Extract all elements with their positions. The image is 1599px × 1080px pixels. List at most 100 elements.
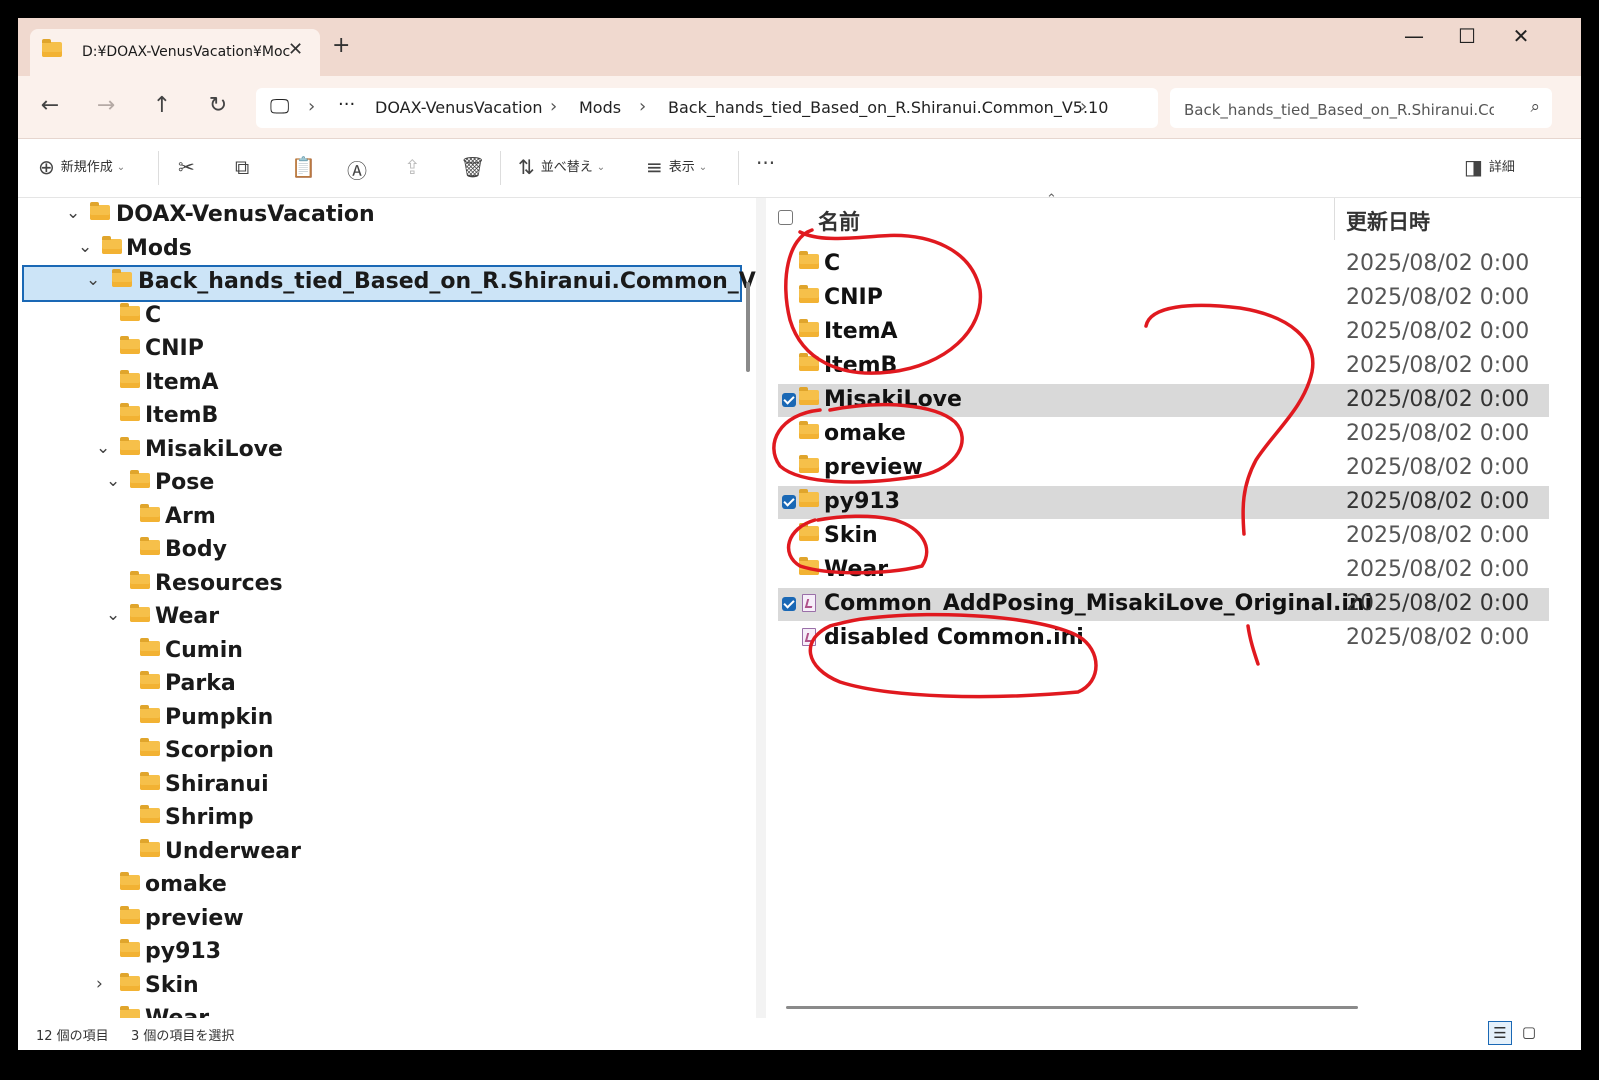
rename-icon[interactable]: Ⓐ — [347, 155, 367, 184]
breadcrumb-separator[interactable]: › — [308, 96, 315, 117]
file-row[interactable]: disabled Common.ini 2025/08/02 0:00 — [778, 622, 1549, 655]
refresh-button[interactable]: ↻ — [203, 93, 233, 118]
tree-item[interactable]: Underwear — [18, 837, 748, 870]
file-row[interactable]: Skin 2025/08/02 0:00 — [778, 520, 1549, 553]
navigation-pane-scrollbar[interactable] — [746, 282, 750, 372]
tree-item-label: Cumin — [165, 637, 243, 663]
delete-icon[interactable]: 🗑 — [460, 155, 485, 179]
chevron-down-icon[interactable]: ⌄ — [106, 471, 120, 491]
search-input[interactable]: Back_hands_tied_Based_on_R.Shiranui.Comm… — [1184, 99, 1494, 120]
cut-icon[interactable]: ✂ — [178, 155, 195, 179]
close-window-button[interactable]: ✕ — [1501, 24, 1541, 48]
tree-item[interactable]: Body — [18, 535, 748, 568]
new-tab-button[interactable]: + — [332, 33, 350, 58]
tree-item[interactable]: Pumpkin — [18, 703, 748, 736]
row-checkbox[interactable] — [782, 393, 796, 407]
tab-current-folder[interactable]: D:¥DOAX-VenusVacation¥Moc ✕ — [30, 29, 320, 76]
search-box[interactable]: Back_hands_tied_Based_on_R.Shiranui.Comm… — [1170, 88, 1552, 128]
up-button[interactable]: ↑ — [147, 93, 177, 118]
copy-icon[interactable]: ⧉ — [235, 155, 249, 179]
file-row[interactable]: preview 2025/08/02 0:00 — [778, 452, 1549, 485]
chevron-down-icon[interactable]: ⌄ — [78, 237, 92, 257]
tree-item[interactable]: Resources — [18, 569, 748, 602]
tree-item[interactable]: Shrimp — [18, 803, 748, 836]
breadcrumb-separator[interactable]: › — [550, 96, 557, 117]
file-row[interactable]: ItemA 2025/08/02 0:00 — [778, 316, 1549, 349]
breadcrumb-current-folder[interactable]: Back_hands_tied_Based_on_R.Shiranui.Comm… — [668, 98, 1108, 117]
row-checkbox[interactable] — [782, 495, 796, 509]
details-pane-button[interactable]: ◨ 詳細 — [1464, 155, 1515, 179]
file-date: 2025/08/02 0:00 — [1346, 489, 1530, 514]
tree-item[interactable]: Arm — [18, 502, 748, 535]
pane-splitter[interactable] — [756, 198, 766, 1018]
tree-item[interactable]: ItemB — [18, 401, 748, 434]
new-button[interactable]: ⊕ 新規作成 ⌄ — [38, 155, 125, 179]
tree-item[interactable]: Parka — [18, 669, 748, 702]
select-all-checkbox[interactable] — [778, 210, 793, 225]
file-row[interactable]: Wear 2025/08/02 0:00 — [778, 554, 1549, 587]
tiles-view-icon[interactable]: ▢ — [1518, 1021, 1540, 1043]
forward-button[interactable]: → — [91, 93, 121, 118]
tree-item[interactable]: ⌄ DOAX-VenusVacation — [18, 200, 748, 233]
tree-item[interactable]: ⌄ Back_hands_tied_Based_on_R.Shiranui.Com… — [22, 265, 756, 302]
view-button[interactable]: ≡ 表示 ⌄ — [646, 155, 707, 179]
tree-item[interactable]: ⌄ Pose — [18, 468, 748, 501]
tree-item[interactable]: ⌄ Mods — [18, 234, 748, 267]
breadcrumb-separator[interactable]: › — [1080, 96, 1087, 117]
file-date: 2025/08/02 0:00 — [1346, 285, 1530, 310]
navigation-pane[interactable]: ⌄ DOAX-VenusVacation ⌄ Mods ⌄ Back_hands_tied… — [18, 198, 756, 1018]
chevron-right-icon[interactable]: › — [96, 974, 103, 994]
sort-button[interactable]: ⇅ 並べ替え ⌄ — [518, 155, 605, 179]
tab-close-icon[interactable]: ✕ — [288, 39, 303, 60]
chevron-down-icon[interactable]: ⌄ — [66, 203, 80, 223]
tree-item[interactable]: omake — [18, 870, 748, 903]
tree-item[interactable]: preview — [18, 904, 748, 937]
file-name: ItemA — [824, 319, 898, 344]
file-list[interactable]: ⌃ 名前 更新日時 C 2025/08/02 0:00 CNIP 2025/08/02… — [766, 192, 1581, 1018]
tree-item[interactable]: ⌄ MisakiLove — [18, 435, 748, 468]
minimize-button[interactable]: — — [1394, 24, 1434, 48]
tree-item[interactable]: Wear — [18, 1004, 748, 1018]
file-row[interactable]: Common_AddPosing_MisakiLove_Original.ini… — [778, 588, 1549, 621]
back-button[interactable]: ← — [35, 93, 65, 118]
column-divider[interactable] — [1334, 198, 1335, 240]
breadcrumb-separator[interactable]: › — [639, 96, 646, 117]
computer-icon[interactable]: 🖵 — [270, 94, 289, 118]
details-view-icon[interactable]: ☰ — [1488, 1021, 1512, 1045]
tree-item-label: DOAX-VenusVacation — [116, 202, 375, 227]
file-row[interactable]: MisakiLove 2025/08/02 0:00 — [778, 384, 1549, 417]
chevron-down-icon[interactable]: ⌄ — [86, 270, 100, 290]
tab-title: D:¥DOAX-VenusVacation¥Moc — [82, 44, 291, 60]
tree-item[interactable]: ⌄ Wear — [18, 602, 748, 635]
file-row[interactable]: C 2025/08/02 0:00 — [778, 248, 1549, 281]
breadcrumb-more-button[interactable]: ··· — [338, 94, 355, 115]
tree-item[interactable]: Shiranui — [18, 770, 748, 803]
tree-item[interactable]: CNIP — [18, 334, 748, 367]
file-name: Wear — [824, 557, 889, 582]
chevron-down-icon[interactable]: ⌄ — [96, 438, 110, 458]
file-row[interactable]: CNIP 2025/08/02 0:00 — [778, 282, 1549, 315]
tree-item[interactable]: › Skin — [18, 971, 748, 1004]
address-bar[interactable]: 🖵 › ··· DOAX-VenusVacation › Mods › Back… — [256, 88, 1158, 128]
tree-item[interactable]: Scorpion — [18, 736, 748, 769]
column-header-name[interactable]: 名前 — [818, 206, 860, 236]
row-checkbox[interactable] — [782, 597, 796, 611]
more-options-button[interactable]: ··· — [756, 151, 775, 175]
horizontal-scrollbar[interactable] — [786, 1006, 1358, 1009]
tree-item[interactable]: py913 — [18, 937, 748, 970]
tree-item[interactable]: Cumin — [18, 636, 748, 669]
chevron-down-icon[interactable]: ⌄ — [106, 605, 120, 625]
view-lines-icon: ≡ — [646, 155, 663, 179]
tree-item[interactable]: ItemA — [18, 368, 748, 401]
file-row[interactable]: omake 2025/08/02 0:00 — [778, 418, 1549, 451]
share-icon[interactable]: ⇪ — [404, 155, 421, 179]
maximize-button[interactable]: ☐ — [1447, 24, 1487, 48]
breadcrumb-doax[interactable]: DOAX-VenusVacation — [375, 98, 543, 117]
file-row[interactable]: ItemB 2025/08/02 0:00 — [778, 350, 1549, 383]
paste-icon[interactable]: 📋 — [291, 155, 316, 179]
breadcrumb-mods[interactable]: Mods — [579, 98, 621, 117]
tree-item[interactable]: C — [18, 301, 748, 334]
file-row[interactable]: py913 2025/08/02 0:00 — [778, 486, 1549, 519]
column-header-date[interactable]: 更新日時 — [1346, 206, 1430, 236]
file-date: 2025/08/02 0:00 — [1346, 591, 1530, 616]
